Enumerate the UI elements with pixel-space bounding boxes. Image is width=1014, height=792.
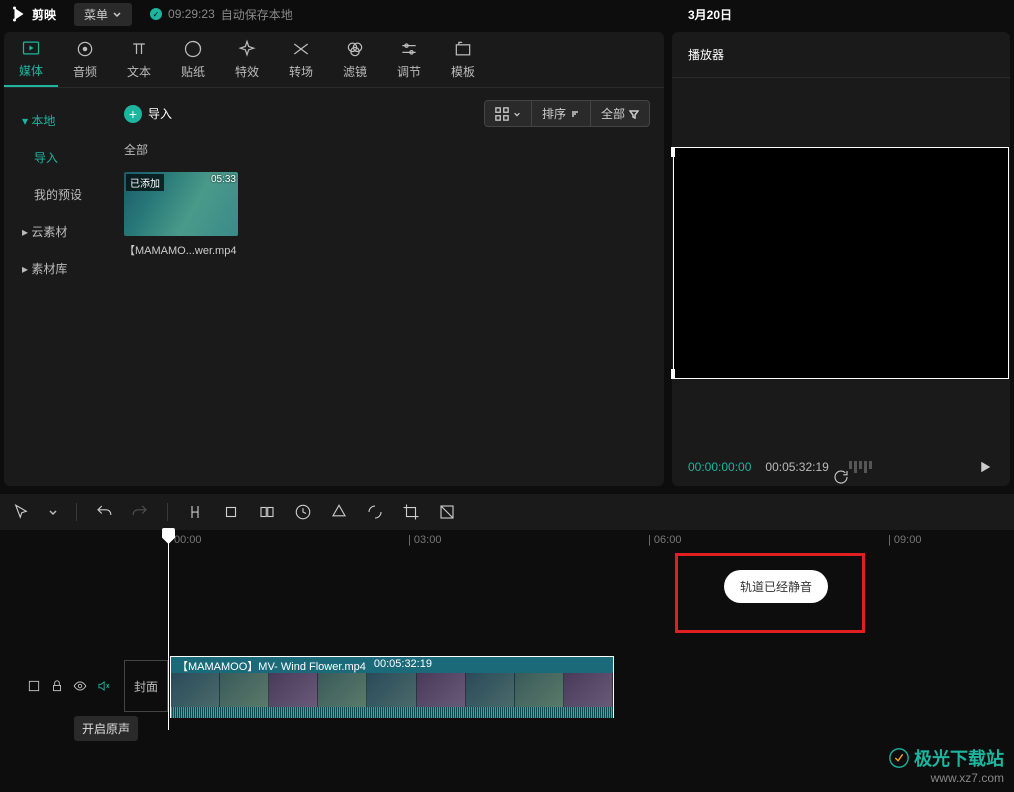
filter-icon <box>345 39 365 59</box>
tab-media[interactable]: 媒体 <box>4 32 58 87</box>
track-settings-icon[interactable] <box>27 679 41 693</box>
ruler-tick: | 03:00 <box>408 534 441 546</box>
watermark-icon <box>888 747 910 769</box>
reverse-tool[interactable] <box>330 503 348 521</box>
media-thumbnail[interactable]: 已添加 05:33 【MAMAMO...wer.mp4 <box>124 172 238 258</box>
player-canvas[interactable] <box>673 147 1009 379</box>
toast-message: 轨道已经静音 <box>724 570 828 603</box>
sort-icon <box>570 109 580 119</box>
sidebar-item-library[interactable]: ▸ 素材库 <box>4 250 110 287</box>
crop-tool[interactable] <box>402 503 420 521</box>
tab-adjust[interactable]: 调节 <box>382 32 436 87</box>
ruler-tick: | 09:00 <box>888 534 921 546</box>
timeline-clip[interactable]: 【MAMAMOO】MV- Wind Flower.mp4 00:05:32:19 <box>170 656 614 718</box>
media-icon <box>21 38 41 58</box>
delete-right-tool[interactable] <box>258 503 276 521</box>
tab-sticker[interactable]: 贴纸 <box>166 32 220 87</box>
duration-label: 05:33 <box>211 174 236 185</box>
plus-icon: + <box>124 105 142 123</box>
lock-icon[interactable] <box>50 679 64 693</box>
sticker-icon <box>183 39 203 59</box>
tab-transition[interactable]: 转场 <box>274 32 328 87</box>
sidebar-item-import[interactable]: 导入 <box>4 139 110 176</box>
autosave-text: 自动保存本地 <box>221 6 293 23</box>
sidebar-item-cloud[interactable]: ▸ 云素材 <box>4 213 110 250</box>
undo-button[interactable] <box>95 503 113 521</box>
tab-filter[interactable]: 滤镜 <box>328 32 382 87</box>
effect-icon <box>237 39 257 59</box>
project-title: 3月20日 <box>688 6 732 23</box>
app-logo: 剪映 <box>10 5 56 23</box>
current-time: 00:00:00:00 <box>688 460 751 474</box>
speed-tool[interactable] <box>294 503 312 521</box>
delete-left-tool[interactable] <box>222 503 240 521</box>
check-icon: ✓ <box>150 8 162 20</box>
template-icon <box>453 39 473 59</box>
filter-all-button[interactable]: 全部 <box>591 100 650 127</box>
clip-duration: 00:05:32:19 <box>374 658 432 672</box>
tab-effect[interactable]: 特效 <box>220 32 274 87</box>
all-label: 全部 <box>124 141 650 158</box>
chevron-down-icon <box>513 110 521 118</box>
pointer-tool[interactable] <box>12 503 30 521</box>
import-button[interactable]: + 导入 <box>124 105 172 123</box>
watermark: 极光下载站 www.xz7.com <box>888 745 1004 785</box>
tooltip: 开启原声 <box>74 716 138 741</box>
sidebar-item-preset[interactable]: 我的预设 <box>4 176 110 213</box>
play-button[interactable] <box>976 458 994 476</box>
timeline-ruler[interactable]: 00:00 | 03:00 | 06:00 | 09:00 <box>168 530 1014 552</box>
sort-button[interactable]: 排序 <box>532 100 591 127</box>
sidebar-item-local[interactable]: ▾ 本地 <box>4 102 110 139</box>
clip-name: 【MAMAMOO】MV- Wind Flower.mp4 <box>177 658 366 672</box>
tab-audio[interactable]: 音频 <box>58 32 112 87</box>
split-tool[interactable] <box>186 503 204 521</box>
mirror-tool[interactable] <box>366 503 384 521</box>
menu-button[interactable]: 菜单 <box>74 3 132 26</box>
eye-icon[interactable] <box>73 679 87 693</box>
grid-icon <box>495 107 509 121</box>
added-badge: 已添加 <box>126 174 164 191</box>
tab-template[interactable]: 模板 <box>436 32 490 87</box>
thumbnail-name: 【MAMAMO...wer.mp4 <box>124 242 238 258</box>
total-time: 00:05:32:19 <box>765 460 828 474</box>
freeze-tool[interactable] <box>438 503 456 521</box>
filter-icon <box>629 109 639 119</box>
player-title: 播放器 <box>672 32 1010 78</box>
text-icon <box>129 39 149 59</box>
chevron-down-icon <box>112 9 122 19</box>
adjust-icon <box>399 39 419 59</box>
timeline-scale-icon[interactable] <box>849 461 872 473</box>
tab-text[interactable]: 文本 <box>112 32 166 87</box>
refresh-icon[interactable] <box>832 468 850 486</box>
view-grid-button[interactable] <box>484 100 532 127</box>
redo-button[interactable] <box>131 503 149 521</box>
audio-icon <box>75 39 95 59</box>
transition-icon <box>291 39 311 59</box>
ruler-tick: | 06:00 <box>648 534 681 546</box>
mute-icon[interactable] <box>96 679 110 693</box>
cover-button[interactable]: 封面 <box>124 660 168 712</box>
chevron-down-icon[interactable] <box>48 507 58 517</box>
autosave-time: 09:29:23 <box>168 7 215 21</box>
ruler-tick: 00:00 <box>174 534 202 546</box>
